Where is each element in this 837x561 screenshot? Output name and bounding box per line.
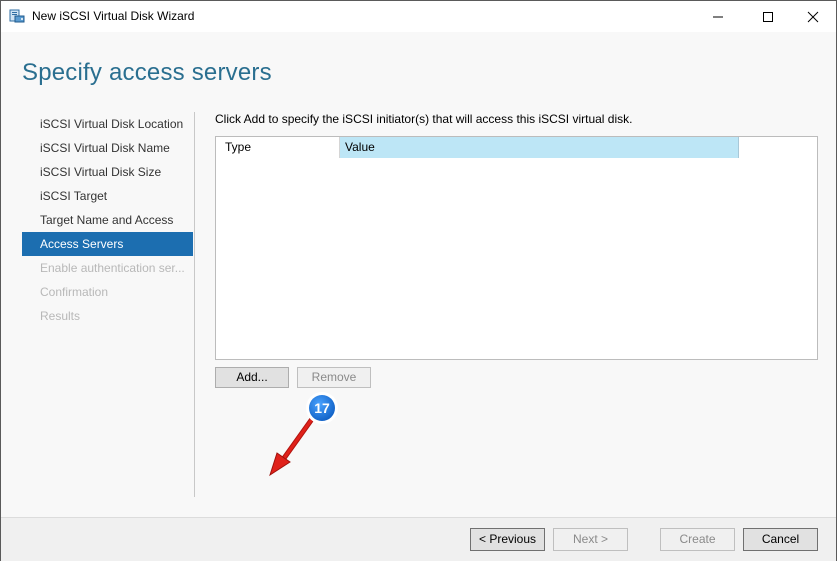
- previous-button[interactable]: < Previous: [470, 528, 545, 551]
- remove-button: Remove: [297, 367, 371, 388]
- add-button[interactable]: Add...: [215, 367, 289, 388]
- nav-item-iscsi-target[interactable]: iSCSI Target: [22, 184, 193, 208]
- nav-divider: [194, 112, 195, 497]
- cancel-button[interactable]: Cancel: [743, 528, 818, 551]
- nav-item-access-servers[interactable]: Access Servers: [22, 232, 193, 256]
- wizard-footer: < Previous Next > Create Cancel: [1, 517, 836, 561]
- close-button[interactable]: [790, 1, 836, 32]
- title-bar[interactable]: New iSCSI Virtual Disk Wizard: [1, 1, 836, 32]
- access-servers-list[interactable]: Type Value: [215, 136, 818, 360]
- minimize-icon: [713, 16, 723, 17]
- minimize-button[interactable]: [695, 1, 741, 32]
- maximize-button[interactable]: [745, 1, 791, 32]
- nav-item-confirmation: Confirmation: [40, 285, 109, 299]
- nav-item-results: Results: [40, 309, 81, 323]
- page-title: Specify access servers: [22, 59, 272, 86]
- maximize-icon: [763, 11, 773, 22]
- instruction-text: Click Add to specify the iSCSI initiator…: [215, 112, 633, 126]
- list-header: Type Value: [216, 137, 817, 158]
- window-title: New iSCSI Virtual Disk Wizard: [32, 9, 195, 23]
- column-header-type[interactable]: Type: [216, 137, 340, 158]
- nav-item-virtual-disk-size[interactable]: iSCSI Virtual Disk Size: [22, 160, 193, 184]
- column-header-value[interactable]: Value: [340, 137, 739, 158]
- nav-item-virtual-disk-name[interactable]: iSCSI Virtual Disk Name: [22, 136, 193, 160]
- wizard-disk-icon: [9, 8, 25, 24]
- column-header-filler: [739, 137, 817, 158]
- nav-item-enable-authentication: Enable authentication ser...: [40, 261, 185, 275]
- wizard-content: iSCSI Virtual Disk Location iSCSI Virtua…: [1, 104, 836, 517]
- step-callout-annotation: 17: [269, 392, 338, 477]
- create-button: Create: [660, 528, 735, 551]
- nav-item-virtual-disk-location[interactable]: iSCSI Virtual Disk Location: [22, 112, 193, 136]
- nav-item-target-name-access[interactable]: Target Name and Access: [22, 208, 193, 232]
- wizard-header: Specify access servers: [1, 32, 836, 104]
- next-button: Next >: [553, 528, 628, 551]
- close-icon: [807, 11, 819, 22]
- wizard-window: New iSCSI Virtual Disk Wizard Specify ac…: [0, 0, 837, 561]
- step-number-badge: 17: [314, 400, 330, 416]
- wizard-step-nav: iSCSI Virtual Disk Location iSCSI Virtua…: [22, 112, 193, 328]
